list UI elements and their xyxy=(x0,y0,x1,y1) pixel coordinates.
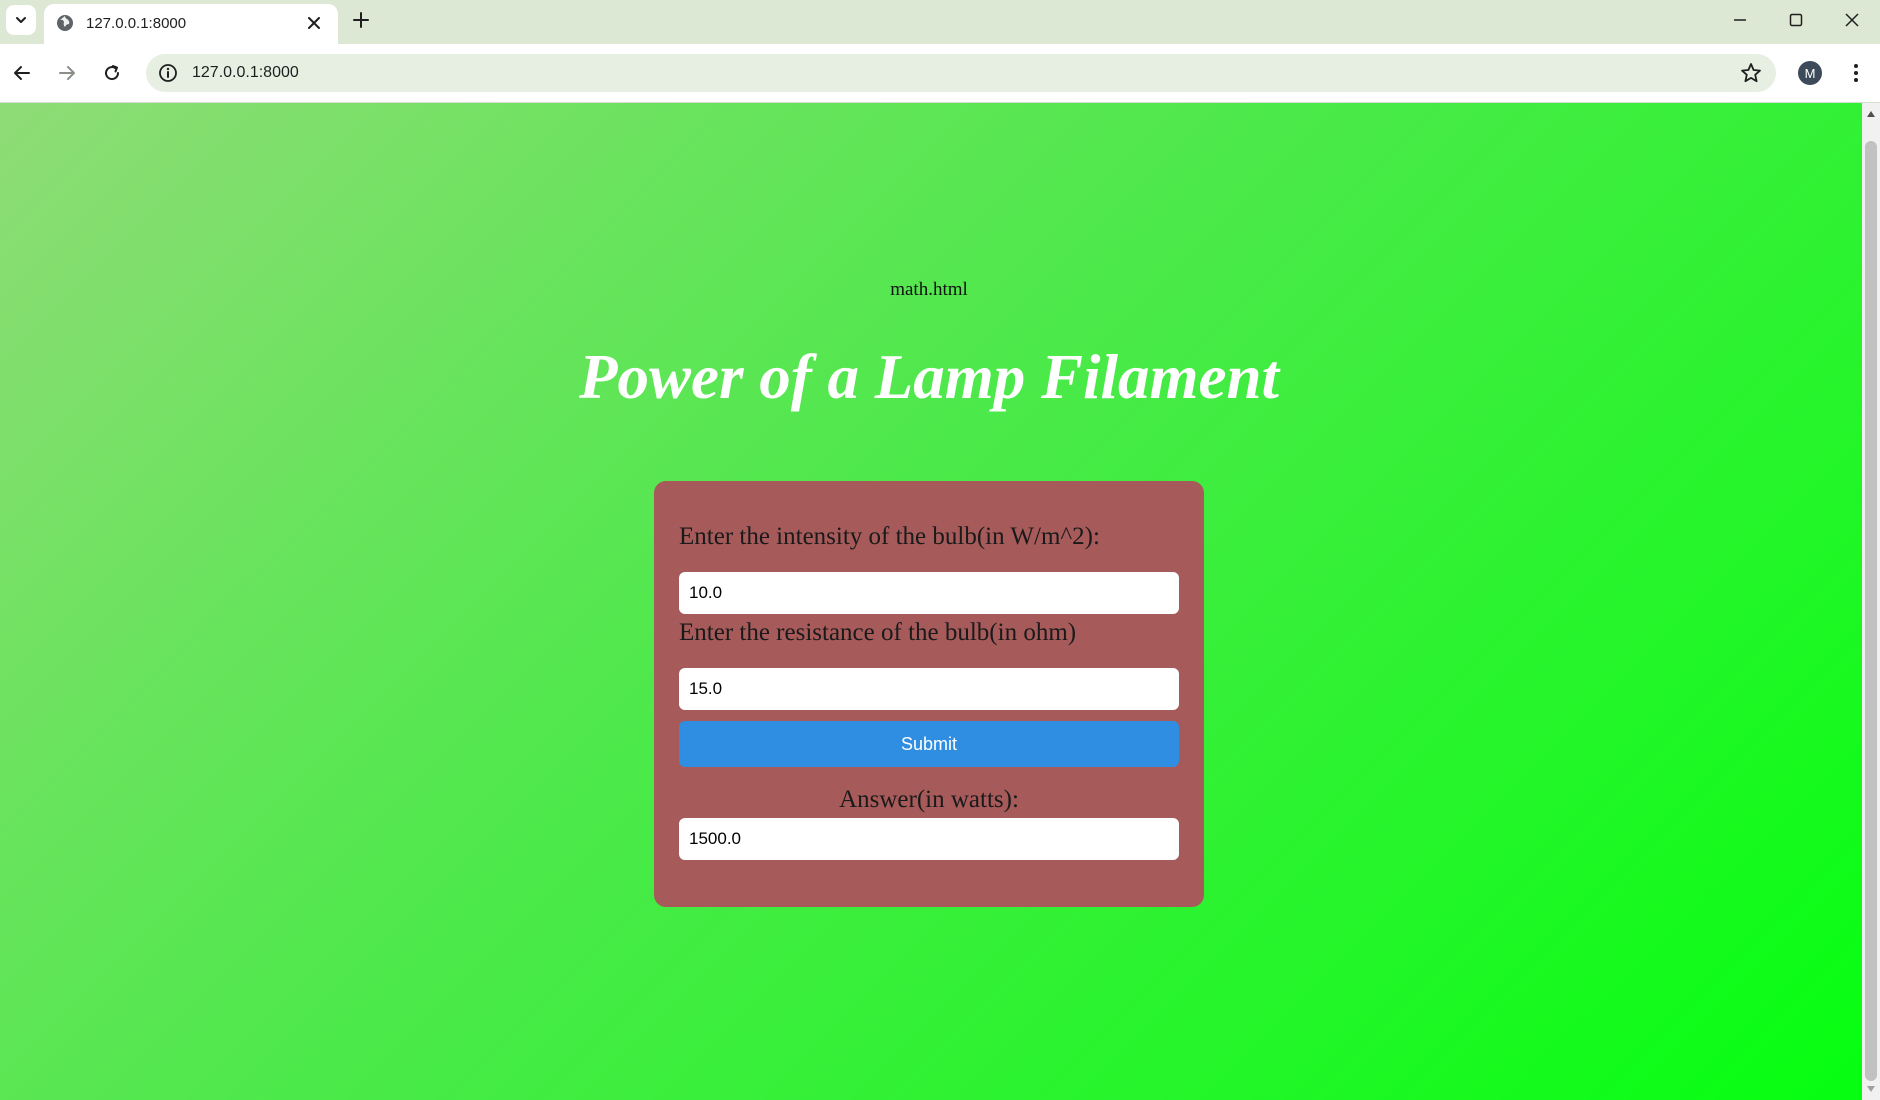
window-close-button[interactable] xyxy=(1824,0,1880,40)
minimize-button[interactable] xyxy=(1712,0,1768,40)
maximize-button[interactable] xyxy=(1768,0,1824,40)
submit-button[interactable]: Submit xyxy=(679,721,1179,767)
close-icon xyxy=(308,17,320,29)
intensity-input[interactable] xyxy=(679,572,1179,614)
answer-label: Answer(in watts): xyxy=(839,786,1019,813)
page-scrollbar[interactable] xyxy=(1862,103,1880,1100)
reload-button[interactable] xyxy=(97,58,127,88)
plus-icon xyxy=(353,12,369,28)
back-button[interactable] xyxy=(7,58,37,88)
intensity-label: Enter the intensity of the bulb(in W/m^2… xyxy=(679,523,1100,550)
maximize-icon xyxy=(1789,13,1803,27)
scroll-down-button[interactable] xyxy=(1862,1082,1880,1096)
answer-output[interactable] xyxy=(679,818,1179,860)
globe-icon xyxy=(57,15,73,31)
new-tab-button[interactable] xyxy=(348,7,374,33)
arrow-right-icon xyxy=(59,66,75,80)
browser-tab[interactable]: 127.0.0.1:8000 xyxy=(44,4,338,44)
reload-icon xyxy=(105,65,120,81)
minimize-icon xyxy=(1734,19,1746,21)
resistance-input[interactable] xyxy=(679,668,1179,710)
scroll-up-button[interactable] xyxy=(1862,107,1880,121)
tab-close-button[interactable] xyxy=(304,13,324,33)
scroll-thumb[interactable] xyxy=(1865,141,1877,1081)
address-bar[interactable]: 127.0.0.1:8000 xyxy=(146,54,1776,92)
url-text[interactable]: 127.0.0.1:8000 xyxy=(192,64,299,82)
filename-text: math.html xyxy=(890,279,968,300)
browser-toolbar: 127.0.0.1:8000 M xyxy=(0,44,1880,103)
tab-strip: 127.0.0.1:8000 xyxy=(0,0,1880,44)
page-title: Power of a Lamp Filament xyxy=(579,342,1279,412)
forward-button[interactable] xyxy=(52,58,82,88)
profile-avatar[interactable]: M xyxy=(1798,61,1822,85)
arrow-left-icon xyxy=(14,66,30,80)
close-icon xyxy=(1845,13,1859,27)
more-vertical-icon xyxy=(1854,64,1858,82)
triangle-up-icon xyxy=(1867,111,1875,117)
tab-title: 127.0.0.1:8000 xyxy=(86,15,187,32)
info-icon[interactable] xyxy=(158,63,178,83)
chevron-down-icon xyxy=(16,17,26,23)
page-viewport: math.html Power of a Lamp Filament Enter… xyxy=(0,103,1862,1100)
tab-search-button[interactable] xyxy=(6,5,36,35)
resistance-label: Enter the resistance of the bulb(in ohm) xyxy=(679,619,1077,646)
browser-window: 127.0.0.1:8000 127.0.0.1:8000 M math.htm… xyxy=(0,0,1880,1100)
browser-menu-button[interactable] xyxy=(1844,60,1868,86)
calculator-form: Enter the intensity of the bulb(in W/m^2… xyxy=(654,481,1204,907)
bookmark-star-icon[interactable] xyxy=(1740,62,1762,84)
triangle-down-icon xyxy=(1867,1086,1875,1092)
